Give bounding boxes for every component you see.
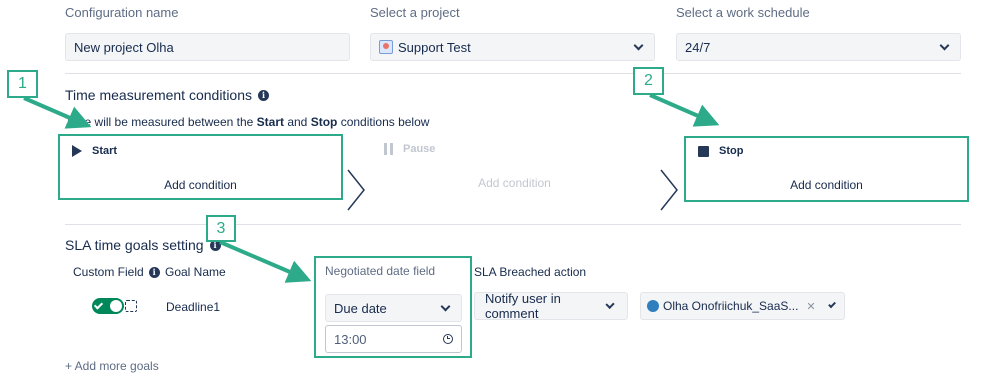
time-measurement-subtitle: Time will be measured between the Start …: [65, 115, 429, 129]
custom-field-toggle[interactable]: [92, 298, 124, 314]
play-icon: [72, 145, 82, 157]
chevron-right-icon: [660, 169, 678, 211]
clock-icon: [443, 334, 453, 344]
date-field-value: Due date: [334, 300, 387, 316]
breached-action-value: Notify user in comment: [485, 291, 561, 321]
schedule-value: 24/7: [685, 39, 711, 55]
subtitle-prefix: Time will be measured between the: [65, 115, 257, 129]
negotiated-date-header: Negotiated date field: [325, 264, 436, 278]
custom-field-header: Custom Field i: [73, 265, 160, 279]
divider: [65, 73, 961, 74]
stop-condition-panel[interactable]: Stop Add condition: [684, 136, 969, 202]
stop-icon: [698, 145, 709, 157]
pause-icon: [384, 143, 393, 155]
pause-add-condition: Add condition: [478, 176, 551, 190]
user-select[interactable]: Olha Onofriichuk_SaaS... ✕: [640, 292, 845, 320]
subtitle-stop: Stop: [310, 115, 338, 129]
time-measurement-title-text: Time measurement conditions: [65, 87, 253, 103]
callout-arrow: [649, 93, 720, 127]
start-add-condition[interactable]: Add condition: [60, 178, 341, 192]
project-avatar-icon: [379, 40, 393, 54]
add-more-goals-link[interactable]: + Add more goals: [65, 359, 159, 373]
pause-label: Pause: [403, 143, 436, 155]
chevron-down-icon: [605, 299, 615, 309]
chevron-down-icon: [827, 299, 836, 309]
breached-action-select[interactable]: Notify user in comment: [474, 291, 628, 321]
info-icon[interactable]: i: [148, 266, 160, 278]
goal-name-header: Goal Name: [165, 265, 226, 279]
subtitle-start: Start: [256, 115, 284, 129]
config-name-label: Configuration name: [65, 5, 179, 20]
custom-field-header-text: Custom Field: [73, 265, 144, 279]
stop-label: Stop: [719, 145, 744, 157]
info-icon[interactable]: i: [258, 89, 270, 101]
schedule-select[interactable]: 24/7: [676, 33, 961, 61]
goal-name-value[interactable]: Deadline1: [166, 300, 220, 314]
project-select[interactable]: Support Test: [370, 33, 655, 61]
callout-arrow: [219, 240, 312, 283]
project-value: Support Test: [398, 39, 471, 55]
negotiated-date-panel: Negotiated date field Due date 13:00: [314, 256, 472, 358]
chevron-right-icon: [347, 169, 365, 211]
stop-add-condition[interactable]: Add condition: [686, 178, 967, 192]
chevron-down-icon: [440, 301, 451, 311]
time-value: 13:00: [334, 331, 367, 347]
time-input[interactable]: 13:00: [325, 325, 462, 353]
pause-condition-header: Pause: [384, 143, 435, 155]
field-picker-icon[interactable]: [125, 300, 137, 312]
chevron-down-icon: [633, 40, 644, 50]
divider: [65, 224, 961, 225]
chevron-down-icon: [939, 40, 950, 50]
subtitle-and: and: [284, 115, 311, 129]
check-icon: [93, 300, 104, 310]
config-name-input[interactable]: New project Olha: [65, 33, 350, 61]
sla-title-text: SLA time goals setting: [65, 237, 204, 253]
config-name-value: New project Olha: [74, 39, 174, 55]
user-avatar: [647, 300, 659, 312]
user-value: Olha Onofriichuk_SaaS...: [663, 299, 799, 313]
sla-title: SLA time goals setting i: [65, 237, 221, 253]
start-condition-header: Start: [72, 145, 117, 157]
toggle-knob: [110, 300, 122, 312]
stop-condition-header: Stop: [698, 145, 743, 157]
date-field-select[interactable]: Due date: [325, 294, 462, 322]
project-label: Select a project: [370, 5, 460, 20]
time-measurement-title: Time measurement conditions i: [65, 87, 270, 103]
subtitle-suffix: conditions below: [337, 115, 430, 129]
clear-icon[interactable]: ✕: [806, 300, 815, 313]
pause-condition-panel: Pause Add condition: [372, 134, 657, 200]
callout-number: 1: [7, 70, 38, 98]
callout-number: 2: [633, 67, 664, 95]
start-label: Start: [92, 145, 118, 157]
callout-number: 3: [206, 215, 236, 242]
start-condition-panel[interactable]: Start Add condition: [58, 134, 343, 200]
breached-action-header: SLA Breached action: [474, 265, 587, 279]
schedule-label: Select a work schedule: [676, 5, 810, 20]
